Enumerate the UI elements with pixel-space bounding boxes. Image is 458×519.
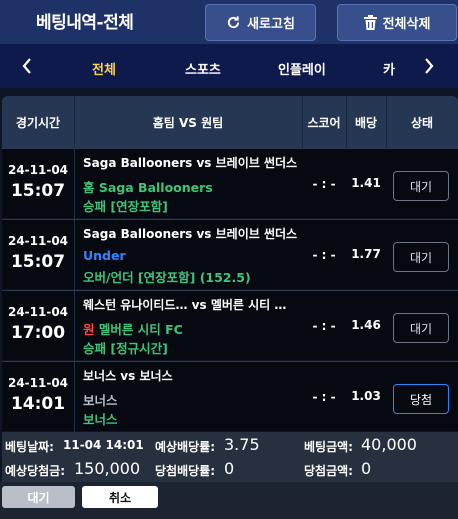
bet-summary: 베팅날짜: 11-04 14:01 예상배당률: 3.75 베팅금액: 40,0…: [2, 432, 458, 482]
score: - : -: [312, 390, 336, 404]
tab-sports[interactable]: 스포츠: [185, 59, 221, 78]
bet-time: 14:01: [10, 394, 66, 414]
pick-selection: 보너스: [83, 390, 118, 409]
delete-all-button[interactable]: 전체삭제: [337, 4, 457, 41]
bet-time: 17:00: [10, 323, 66, 343]
score: - : -: [312, 177, 336, 191]
match-name: 보너스 vs 보너스: [83, 369, 173, 383]
bet-date: 24-11-04: [7, 163, 69, 177]
action-bar: 대기 취소: [0, 482, 458, 519]
status-badge[interactable]: 당첨: [393, 384, 449, 414]
tab-inplay[interactable]: 인플레이: [278, 59, 326, 78]
market-type: 승패 [정규시간]: [83, 341, 168, 356]
win-amount-value: 0: [361, 459, 372, 478]
pick-team: Under: [83, 248, 126, 263]
win-amount-label: 당첨금액:: [304, 464, 353, 478]
bet-date: 24-11-04: [7, 376, 69, 390]
column-header-odds: 배당: [354, 115, 378, 130]
table-row: 24-11-04 15:07 Saga Ballooners vs 브레이브 썬…: [2, 148, 458, 219]
match-name: Saga Ballooners vs 브레이브 썬더스: [83, 227, 298, 241]
pick-prefix: 원: [83, 322, 95, 337]
table-row: 24-11-04 14:01 보너스 vs 보너스 보너스 보너스 - : - …: [2, 361, 458, 432]
app-header: 베팅내역-전체 새로고침 전체삭제: [0, 0, 458, 44]
odds: 1.77: [351, 247, 381, 261]
market-type: 보너스: [83, 412, 118, 427]
score: - : -: [312, 248, 336, 262]
bet-time: 15:07: [10, 252, 66, 272]
odds: 1.41: [351, 176, 381, 190]
delete-all-label: 전체삭제: [382, 17, 431, 32]
column-header-match: 홈팀 VS 원팀: [152, 115, 224, 130]
win-odds-value: 0: [224, 459, 235, 478]
refresh-button[interactable]: 새로고침: [205, 4, 316, 41]
trash-icon: [363, 15, 377, 30]
pick-selection: 원 멜버른 시티 FC: [83, 319, 183, 338]
expected-odds-label: 예상배당률:: [155, 440, 215, 454]
chevron-right-icon[interactable]: [422, 56, 436, 80]
cancel-button[interactable]: 취소: [82, 486, 158, 508]
bet-date-label: 베팅날짜:: [5, 440, 54, 454]
wait-button[interactable]: 대기: [2, 486, 75, 508]
refresh-label: 새로고침: [247, 17, 295, 32]
column-header-time: 경기시간: [15, 115, 61, 130]
tab-all[interactable]: 전체: [92, 59, 116, 78]
column-header-score: 스코어: [307, 115, 341, 130]
bet-date-value: 11-04 14:01: [63, 438, 144, 452]
win-odds-label: 당첨배당률:: [155, 464, 215, 478]
status-badge[interactable]: 대기: [393, 242, 449, 272]
pick-selection: 홈 Saga Ballooners: [83, 177, 213, 196]
match-name: 웨스턴 유나이티드… vs 멜버른 시티 …: [83, 298, 287, 312]
status-badge[interactable]: 대기: [393, 171, 449, 201]
expected-win-value: 150,000: [74, 459, 141, 478]
bet-date: 24-11-04: [7, 305, 69, 319]
expected-win-label: 예상당첨금:: [5, 464, 65, 478]
pick-team: 보너스: [83, 393, 118, 408]
bet-date: 24-11-04: [7, 234, 69, 248]
table-header: 경기시간 홈팀 VS 원팀 스코어 배당 상태: [2, 96, 458, 148]
status-badge[interactable]: 대기: [393, 313, 449, 343]
bet-amount-value: 40,000: [361, 435, 417, 454]
odds: 1.03: [351, 389, 381, 403]
table-row: 24-11-04 15:07 Saga Ballooners vs 브레이브 썬…: [2, 219, 458, 290]
category-tabs: 전체 스포츠 인플레이 카: [0, 44, 458, 88]
table-row: 24-11-04 17:00 웨스턴 유나이티드… vs 멜버른 시티 … 원 …: [2, 290, 458, 361]
bet-time: 15:07: [10, 181, 66, 201]
pick-team: 멜버른 시티 FC: [98, 322, 183, 337]
expected-odds-value: 3.75: [224, 435, 260, 454]
chevron-left-icon[interactable]: [20, 56, 34, 80]
page-title: 베팅내역-전체: [36, 13, 134, 33]
bet-amount-label: 베팅금액:: [304, 440, 353, 454]
refresh-icon: [226, 15, 241, 30]
pick-prefix: 홈: [83, 180, 95, 195]
tab-casino[interactable]: 카: [383, 59, 395, 78]
column-header-status: 상태: [410, 115, 434, 130]
match-name: Saga Ballooners vs 브레이브 썬더스: [83, 156, 298, 170]
pick-team: Saga Ballooners: [98, 180, 213, 195]
odds: 1.46: [351, 318, 381, 332]
market-type: 오버/언더 [연장포함] (152.5): [83, 270, 251, 285]
market-type: 승패 [연장포함]: [83, 199, 168, 214]
pick-selection: Under: [83, 248, 126, 263]
score: - : -: [312, 319, 336, 333]
